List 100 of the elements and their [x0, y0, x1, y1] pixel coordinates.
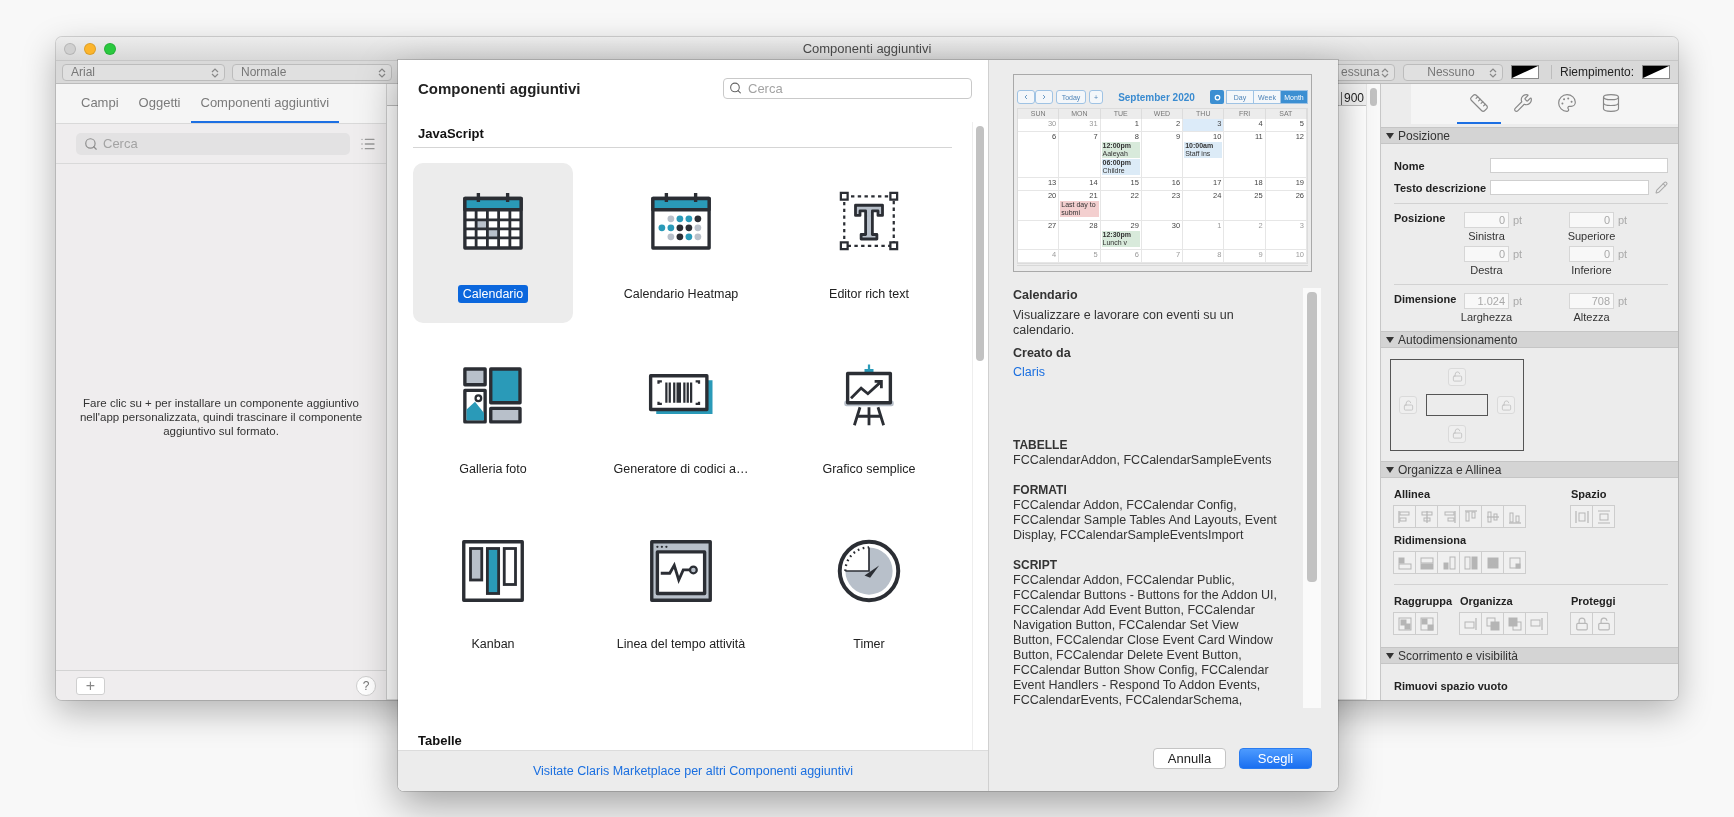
- disclosure-triangle-icon[interactable]: [1386, 651, 1394, 660]
- add-on-tile[interactable]: Kanban: [413, 513, 573, 673]
- tool-button[interactable]: [1503, 505, 1526, 528]
- layout-tool-icon: [1462, 508, 1479, 525]
- tool-button[interactable]: [1437, 551, 1460, 574]
- timer-icon: [837, 539, 901, 603]
- tool-button[interactable]: [1503, 551, 1526, 574]
- field-label: Rimuovi spazio vuoto: [1394, 680, 1508, 692]
- tool-button[interactable]: [1592, 612, 1615, 635]
- marketplace-link[interactable]: Visitate Claris Marketplace per altri Componenti aggiuntivi: [532, 764, 854, 778]
- layout-tool-icon: [1418, 554, 1435, 571]
- tool-button[interactable]: [1459, 612, 1482, 635]
- field-caption: Superiore: [1569, 230, 1614, 242]
- section-title: Scorrimento e visibilità: [1398, 648, 1519, 663]
- tool-button[interactable]: [1570, 505, 1593, 528]
- disclosure-triangle-icon[interactable]: [1386, 335, 1394, 344]
- color-swatch[interactable]: [1642, 65, 1670, 79]
- add-on-name: Calendario: [1013, 288, 1079, 302]
- field-caption: Altezza: [1572, 311, 1611, 323]
- scrollbar-thumb[interactable]: [1370, 88, 1377, 106]
- tool-button[interactable]: [1481, 551, 1504, 574]
- previous-button[interactable]: [1017, 90, 1035, 104]
- choose-button[interactable]: Scegli: [1239, 747, 1312, 769]
- tool-button[interactable]: [1393, 505, 1416, 528]
- anchor-lock-button[interactable]: [1497, 396, 1515, 414]
- tool-button[interactable]: [1459, 505, 1482, 528]
- add-on-tile[interactable]: Galleria foto: [413, 338, 573, 498]
- tool-button[interactable]: [1481, 505, 1504, 528]
- help-button[interactable]: ?: [356, 675, 376, 696]
- layout-tool-icon: [1506, 554, 1523, 571]
- scrollbar-thumb[interactable]: [976, 126, 984, 361]
- number-field[interactable]: 0: [1569, 212, 1614, 228]
- field-label: Posizione: [1394, 212, 1447, 224]
- dialog-title: Componenti aggiuntivi: [418, 79, 581, 97]
- dropdown[interactable]: Nessuno: [1402, 63, 1503, 81]
- tool-button[interactable]: [1459, 551, 1482, 574]
- number-field[interactable]: 708: [1569, 293, 1614, 309]
- color-swatch[interactable]: [1510, 65, 1539, 79]
- number-field[interactable]: 0: [1464, 246, 1509, 262]
- dropdown[interactable]: Normale: [232, 63, 392, 81]
- tool-button[interactable]: [1393, 551, 1416, 574]
- tab[interactable]: Oggetti: [128, 84, 191, 123]
- tool-button[interactable]: [1503, 612, 1526, 635]
- tab[interactable]: Componenti aggiuntivi: [190, 84, 340, 123]
- layout-tool-icon: [1396, 508, 1413, 525]
- tool-button[interactable]: [1393, 612, 1416, 635]
- add-on-tile[interactable]: Linea del tempo attività: [601, 513, 761, 673]
- tool-button[interactable]: [1415, 505, 1438, 528]
- section-header[interactable]: Scorrimento e visibilità: [1381, 647, 1678, 664]
- tool-button[interactable]: [1570, 612, 1593, 635]
- unit-label: pt: [1618, 248, 1628, 260]
- anchor-lock-button[interactable]: [1448, 367, 1466, 386]
- add-button[interactable]: +: [76, 676, 105, 695]
- anchor-lock-button[interactable]: [1399, 396, 1417, 414]
- scrollbar-thumb[interactable]: [1307, 292, 1317, 582]
- next-button[interactable]: [1035, 90, 1053, 104]
- number-field[interactable]: 0: [1464, 212, 1509, 228]
- text-box-icon: [839, 191, 899, 251]
- detail-text: FCCalendar Addon, FCCalendar Config, FCCalendar Sample Tables And Layouts, Event Display, FCCalendarSampleEventsImport: [1013, 498, 1278, 543]
- add-on-tile[interactable]: Generatore di codici a…: [601, 338, 761, 498]
- padlock-icon: [1574, 616, 1589, 631]
- close-button[interactable]: [64, 42, 76, 55]
- creator-link[interactable]: Claris: [1013, 365, 1045, 379]
- add-on-tile[interactable]: Calendario Heatmap: [601, 163, 761, 323]
- cancel-button[interactable]: Annulla: [1153, 747, 1226, 769]
- updown-chevron-icon: [1380, 67, 1389, 78]
- search-icon: [84, 136, 98, 151]
- disclosure-triangle-icon[interactable]: [1386, 465, 1394, 474]
- tool-button[interactable]: [1592, 505, 1615, 528]
- detail-text: FCCalendarAddon, FCCalendarSampleEvents: [1013, 453, 1273, 468]
- add-on-tile[interactable]: Timer: [789, 513, 949, 673]
- tool-button[interactable]: [1415, 551, 1438, 574]
- tooltip-field[interactable]: [1490, 180, 1649, 195]
- tool-button[interactable]: [1415, 612, 1438, 635]
- tool-button[interactable]: [1525, 612, 1548, 635]
- anchor-lock-button[interactable]: [1448, 424, 1466, 443]
- dropdown[interactable]: Arial: [62, 63, 225, 81]
- search-field[interactable]: Cerca: [76, 132, 350, 155]
- number-field[interactable]: 1.024: [1464, 293, 1509, 309]
- tool-button[interactable]: [1437, 505, 1460, 528]
- layout-tool-icon: [1418, 615, 1435, 632]
- tab[interactable]: Campi: [71, 84, 129, 123]
- section-header[interactable]: Posizione: [1381, 127, 1678, 144]
- creator-heading: Creato da: [1013, 346, 1072, 360]
- add-on-tile[interactable]: Calendario: [413, 163, 573, 323]
- ruler-label: 900: [1340, 92, 1364, 105]
- group-label: Raggruppa: [1394, 595, 1454, 607]
- section-header[interactable]: Autodimensionamento: [1381, 331, 1678, 348]
- number-field[interactable]: 0: [1569, 246, 1614, 262]
- add-on-tile[interactable]: Editor rich text: [789, 163, 949, 323]
- add-on-tile[interactable]: Grafico semplice: [789, 338, 949, 498]
- section-header[interactable]: Organizza e Allinea: [1381, 461, 1678, 478]
- tool-button[interactable]: [1481, 612, 1504, 635]
- minimize-button[interactable]: [84, 42, 96, 55]
- search-field[interactable]: Cerca: [723, 77, 972, 99]
- pencil-icon[interactable]: [1655, 181, 1668, 194]
- zoom-button[interactable]: [104, 42, 116, 55]
- settings-button[interactable]: [1210, 90, 1224, 104]
- disclosure-triangle-icon[interactable]: [1386, 131, 1394, 140]
- name-field[interactable]: [1490, 158, 1668, 173]
